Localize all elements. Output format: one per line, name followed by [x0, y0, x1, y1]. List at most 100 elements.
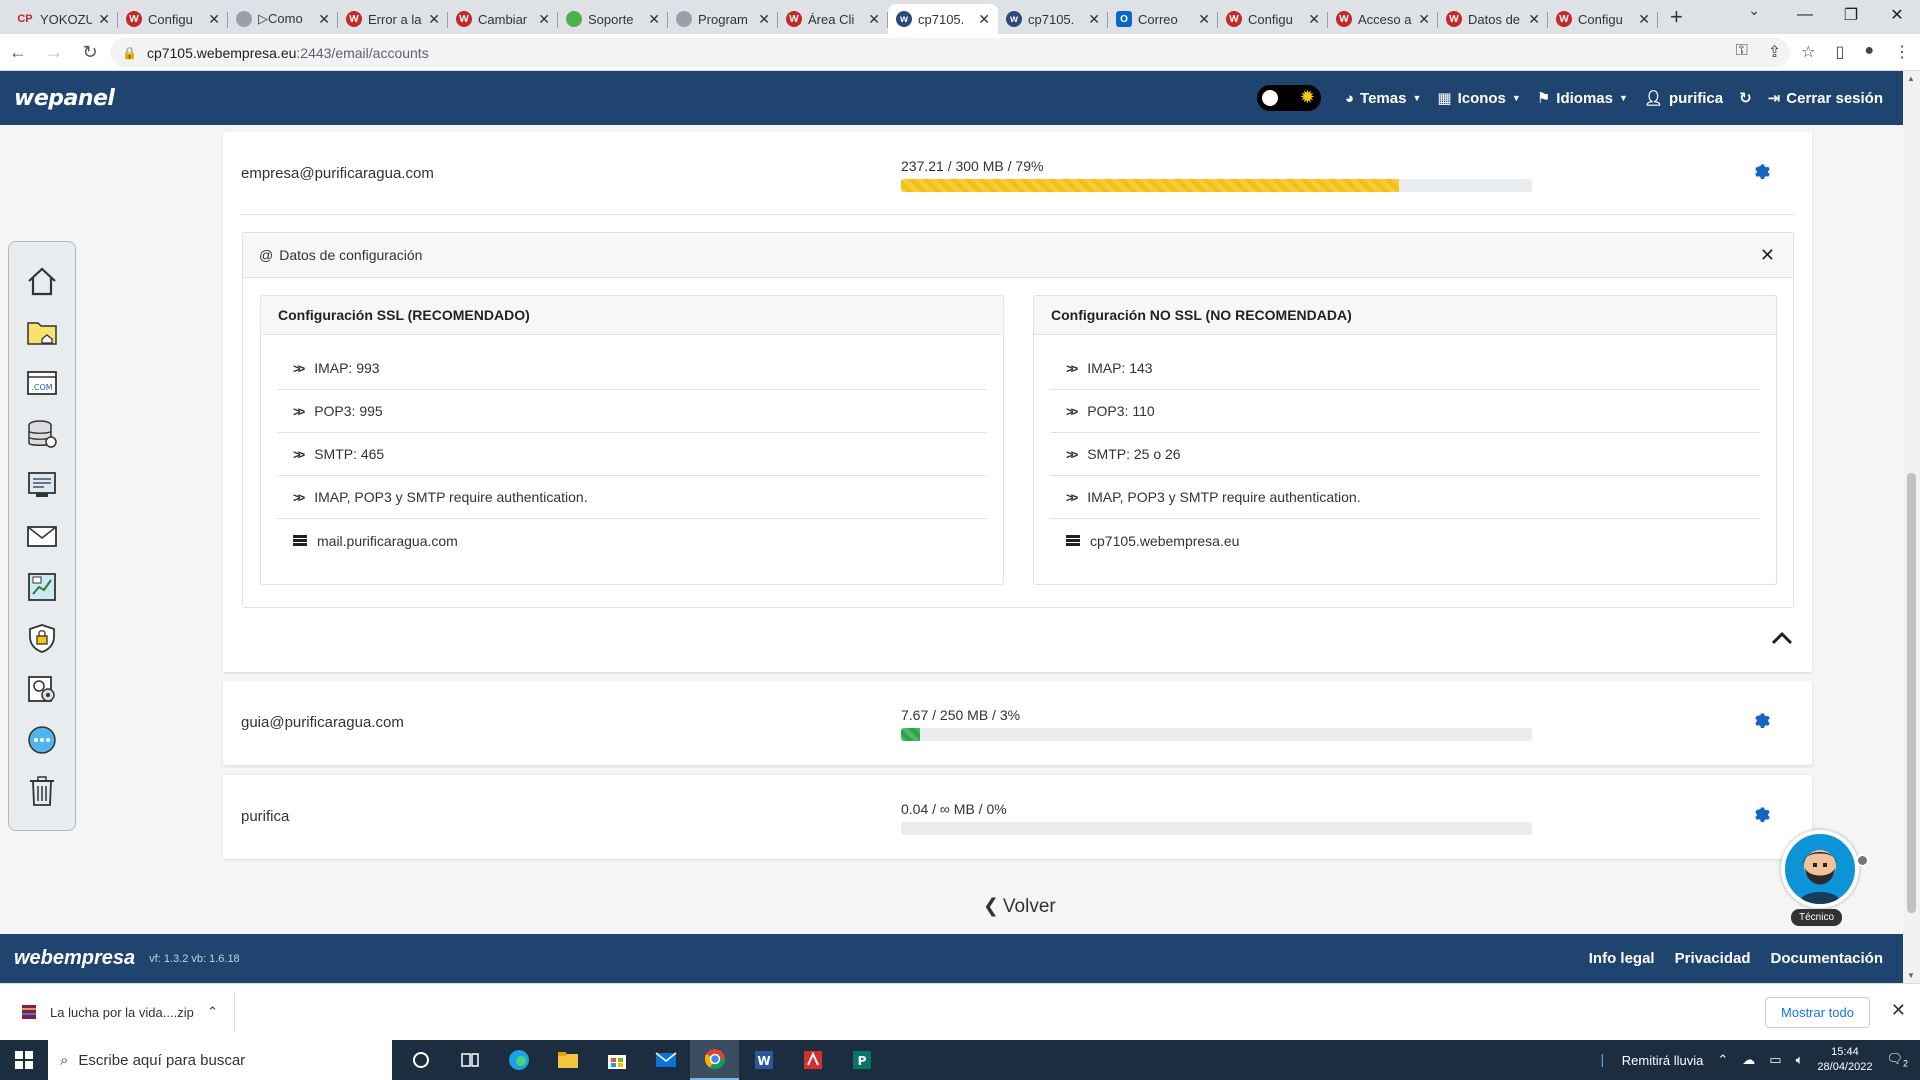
side-panel-icon[interactable]: ▯ — [1836, 42, 1845, 62]
trash-icon[interactable] — [26, 774, 58, 808]
dark-mode-toggle[interactable]: ✹ — [1256, 85, 1321, 111]
gear-icon[interactable] — [1752, 805, 1772, 825]
notifications-icon[interactable]: 🗨︎2 — [1886, 1051, 1908, 1069]
close-tab-icon[interactable]: ✕ — [1528, 11, 1540, 28]
publisher-icon[interactable]: P — [837, 1040, 886, 1080]
profile-icon[interactable]: ● — [1864, 42, 1874, 62]
maximize-icon[interactable]: ❐ — [1828, 0, 1874, 30]
browser-tab[interactable]: W Cambiar ✕ — [448, 4, 558, 34]
show-all-downloads-button[interactable]: Mostrar todo — [1765, 997, 1870, 1028]
browser-tab[interactable]: CP YOKOZU ✕ — [8, 4, 118, 34]
browser-tab-active[interactable]: w cp7105. ✕ — [888, 4, 998, 34]
close-tab-icon[interactable]: ✕ — [1088, 11, 1100, 28]
close-window-icon[interactable]: ✕ — [1874, 0, 1920, 30]
database-icon[interactable] — [26, 417, 58, 451]
more-options-icon[interactable] — [26, 723, 58, 757]
domains-icon[interactable]: .COM — [26, 366, 58, 400]
taskbar-clock[interactable]: 15:44 28/04/2022 — [1817, 1045, 1872, 1075]
lock-icon[interactable]: 🔒 — [122, 46, 137, 60]
footer-link-privacidad[interactable]: Privacidad — [1675, 950, 1751, 967]
close-tab-icon[interactable]: ✕ — [98, 11, 110, 28]
edge-icon[interactable] — [494, 1040, 543, 1080]
footer-link-documentacion[interactable]: Documentación — [1770, 950, 1883, 967]
file-manager-icon[interactable] — [26, 315, 58, 349]
onedrive-icon[interactable]: ☁ — [1742, 1052, 1755, 1068]
menu-iconos[interactable]: ▦ Iconos ▼ — [1437, 89, 1520, 108]
windows-start-icon[interactable] — [0, 1051, 48, 1069]
logout-button[interactable]: ⇥ Cerrar sesión — [1768, 89, 1883, 108]
close-tab-icon[interactable]: ✕ — [978, 11, 990, 28]
browser-tab[interactable]: W Configu ✕ — [1218, 4, 1328, 34]
browser-tab[interactable]: O Correo ✕ — [1108, 4, 1218, 34]
close-tab-icon[interactable]: ✕ — [318, 11, 330, 28]
download-item[interactable]: La lucha por la vida....zip ⌃ — [20, 992, 235, 1032]
scroll-up-arrow-icon[interactable]: ▲ — [1907, 74, 1915, 83]
browser-tab[interactable]: w cp7105. ✕ — [998, 4, 1108, 34]
refresh-button[interactable]: ↻ — [1739, 89, 1752, 107]
back-link[interactable]: ❮ Volver — [983, 895, 1056, 918]
weather-icon[interactable]: ❘ — [1597, 1052, 1608, 1068]
chevron-up-icon[interactable]: ⌃ — [207, 1004, 218, 1020]
store-icon[interactable] — [592, 1040, 641, 1080]
close-tab-icon[interactable]: ✕ — [428, 11, 440, 28]
browser-tab[interactable]: W Error a la ✕ — [338, 4, 448, 34]
tray-chevron-up-icon[interactable]: ⌃ — [1717, 1052, 1728, 1068]
cortana-icon[interactable] — [396, 1040, 445, 1080]
browser-tab[interactable]: W Configu ✕ — [1548, 4, 1658, 34]
new-tab-button[interactable]: + — [1658, 4, 1695, 34]
close-tab-icon[interactable]: ✕ — [648, 11, 660, 28]
mail-icon[interactable] — [641, 1040, 690, 1080]
menu-temas[interactable]: ◕ Temas ▼ — [1345, 90, 1421, 107]
email-icon[interactable] — [26, 519, 58, 553]
close-tab-icon[interactable]: ✕ — [1308, 11, 1320, 28]
browser-tab[interactable]: ▷Como ✕ — [228, 4, 338, 34]
bookmark-star-icon[interactable]: ☆ — [1801, 42, 1815, 62]
weather-text[interactable]: Remitirá lluvia — [1622, 1053, 1704, 1068]
browser-tab[interactable]: W Datos de ✕ — [1438, 4, 1548, 34]
gear-icon[interactable] — [1752, 162, 1772, 182]
statistics-icon[interactable] — [26, 570, 58, 604]
acrobat-icon[interactable] — [788, 1040, 837, 1080]
taskbar-search-input[interactable]: ⌕ Escribe aquí para buscar — [48, 1040, 392, 1080]
browser-tab[interactable]: W Configu ✕ — [118, 4, 228, 34]
url-field[interactable]: 🔒 cp7105.webempresa.eu:2443/email/accoun… — [110, 38, 1790, 67]
chevron-up-icon[interactable] — [1770, 630, 1794, 646]
share-icon[interactable]: ⇪ — [1768, 42, 1781, 62]
technician-chat-avatar[interactable] — [1781, 830, 1859, 908]
wepanel-logo[interactable]: wepanel — [14, 86, 115, 111]
close-tab-icon[interactable]: ✕ — [758, 11, 770, 28]
word-icon[interactable]: W — [739, 1040, 788, 1080]
minimize-icon[interactable]: — — [1782, 0, 1828, 30]
task-view-icon[interactable] — [445, 1040, 494, 1080]
close-tab-icon[interactable]: ✕ — [868, 11, 880, 28]
reload-icon[interactable]: ↻ — [72, 42, 108, 63]
back-icon[interactable]: ← — [0, 42, 36, 63]
browser-tab[interactable]: Program ✕ — [668, 4, 778, 34]
forward-icon[interactable]: → — [36, 42, 72, 63]
close-tab-icon[interactable]: ✕ — [538, 11, 550, 28]
tab-search-icon[interactable]: ⌄ — [1748, 2, 1760, 19]
security-icon[interactable] — [26, 621, 58, 655]
close-tab-icon[interactable]: ✕ — [1418, 11, 1430, 28]
website-builder-icon[interactable] — [26, 468, 58, 502]
advanced-settings-icon[interactable] — [26, 672, 58, 706]
home-icon[interactable] — [26, 264, 58, 298]
file-explorer-icon[interactable] — [543, 1040, 592, 1080]
close-icon[interactable]: ✕ — [1891, 1000, 1906, 1021]
volume-icon[interactable]: 🔈︎ — [1796, 1052, 1804, 1068]
scroll-down-arrow-icon[interactable]: ▼ — [1907, 971, 1915, 980]
close-tab-icon[interactable]: ✕ — [208, 11, 220, 28]
network-icon[interactable]: ▭ — [1769, 1052, 1781, 1068]
key-icon[interactable]: ⚿ — [1736, 42, 1748, 62]
bot-status-dot[interactable] — [1856, 854, 1869, 867]
scrollbar-thumb[interactable] — [1907, 473, 1916, 913]
webempresa-logo[interactable]: webempresa — [14, 947, 135, 970]
menu-user[interactable]: 👤︎ purifica — [1644, 89, 1723, 108]
chrome-icon[interactable] — [690, 1040, 739, 1080]
menu-idiomas[interactable]: ⚑ Idiomas ▼ — [1537, 89, 1628, 108]
browser-menu-icon[interactable]: ⋮ — [1894, 42, 1910, 62]
browser-tab[interactable]: W Acceso a ✕ — [1328, 4, 1438, 34]
browser-tab[interactable]: W Área Cli ✕ — [778, 4, 888, 34]
close-tab-icon[interactable]: ✕ — [1198, 11, 1210, 28]
close-icon[interactable]: ✕ — [1760, 245, 1775, 266]
